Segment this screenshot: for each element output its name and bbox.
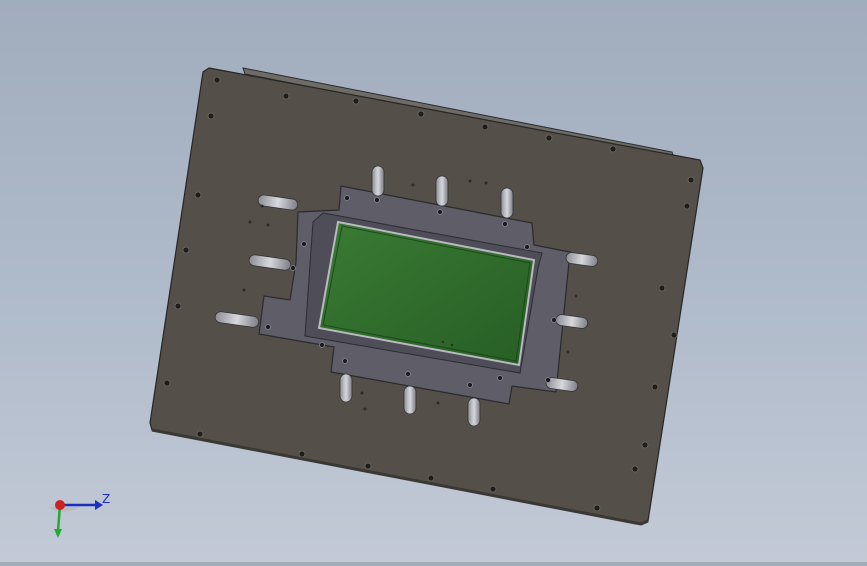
model-view[interactable] bbox=[0, 0, 867, 562]
x-axis bbox=[55, 500, 65, 510]
guide-pin-bottom-1[interactable] bbox=[339, 373, 353, 403]
z-axis-label: Z bbox=[102, 492, 110, 506]
guide-pin-top-1[interactable] bbox=[371, 165, 385, 197]
orientation-triad[interactable]: Z bbox=[40, 485, 120, 545]
3d-viewport[interactable]: Z bbox=[0, 0, 867, 562]
triad-graphic: Z bbox=[48, 492, 110, 538]
guide-pin-top-3[interactable] bbox=[500, 187, 514, 219]
guide-pin-bottom-2[interactable] bbox=[403, 385, 417, 415]
guide-pin-bottom-3[interactable] bbox=[467, 397, 481, 427]
guide-pin-top-2[interactable] bbox=[435, 175, 449, 207]
y-axis-arrow bbox=[54, 529, 62, 538]
